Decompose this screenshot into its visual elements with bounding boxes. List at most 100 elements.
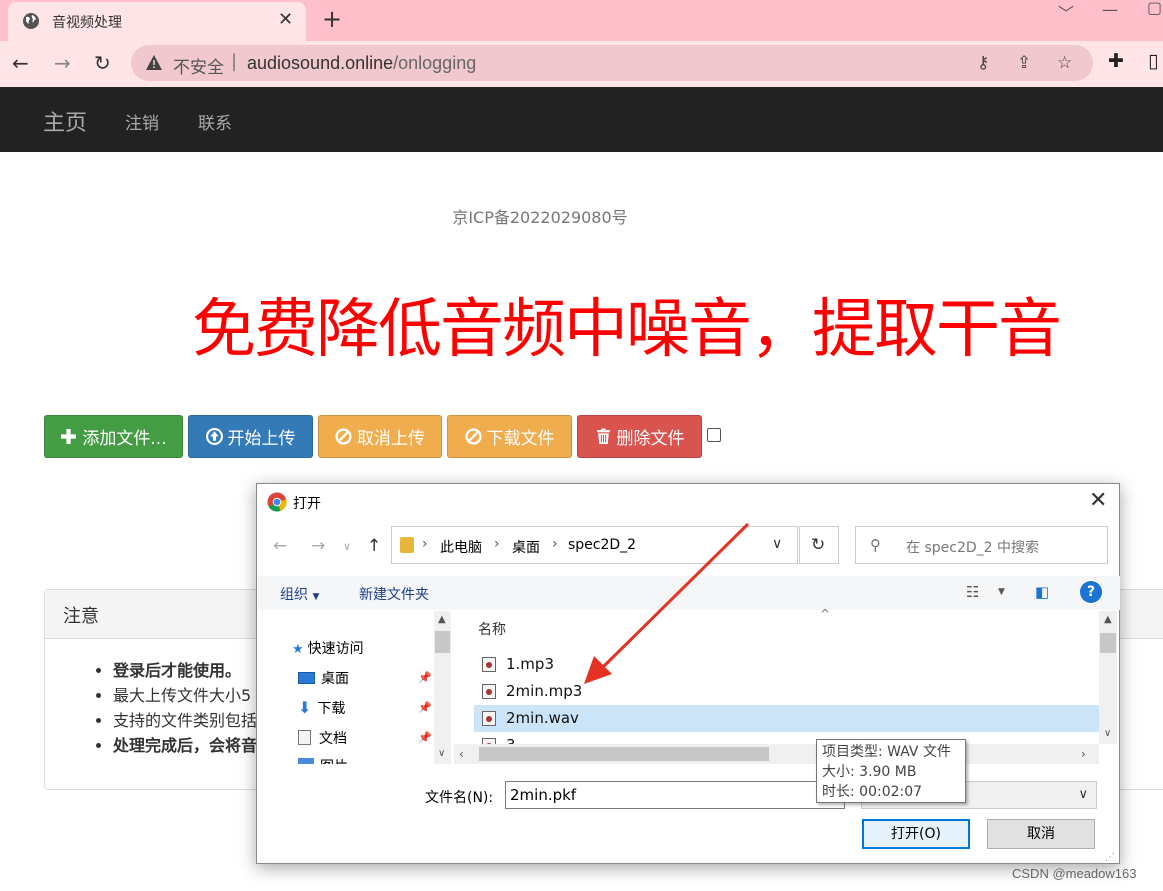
scroll-down-icon[interactable]: ∨ (438, 748, 445, 759)
close-icon[interactable]: ✕ (1089, 488, 1107, 513)
star-icon: ★ (292, 642, 304, 657)
pin-icon: 📌 (418, 701, 432, 714)
side-panel-icon[interactable]: ▯ (1148, 50, 1158, 72)
file-open-dialog: 打开 ✕ ← → ∨ ↑ › 此电脑 › 桌面 › spec2D_2 ∨ ↻ ⚲… (256, 483, 1120, 864)
add-files-button[interactable]: 添加文件... (44, 415, 183, 458)
file-info-tooltip: 项目类型: WAV 文件 大小: 3.90 MB 时长: 00:02:07 (816, 739, 966, 803)
scroll-left-icon[interactable]: ‹ (459, 747, 464, 761)
nav-item-label: 快速访问 (307, 641, 364, 657)
audio-file-icon (482, 657, 496, 672)
file-list-vscrollbar[interactable]: ▲ ∨ (1099, 611, 1117, 744)
refresh-button[interactable]: ↻ (799, 526, 839, 564)
chevron-down-icon[interactable]: ∨ (343, 540, 351, 553)
browser-tab[interactable]: 音视频处理 ✕ (8, 2, 306, 41)
file-row[interactable]: 3 (474, 732, 1099, 744)
nav-item-documents[interactable]: 文档 (298, 728, 347, 748)
nav-link-contact[interactable]: 联系 (198, 109, 232, 134)
nav-brand-home[interactable]: 主页 (43, 105, 87, 137)
key-icon[interactable]: ⚷ (977, 53, 989, 73)
audio-file-icon (482, 711, 496, 726)
new-tab-icon[interactable]: + (322, 5, 342, 33)
cancel-button[interactable]: 取消 (987, 819, 1095, 849)
minimize-icon[interactable]: — (1102, 0, 1118, 19)
maximize-icon[interactable]: ▢ (1147, 0, 1162, 17)
file-row-selected[interactable]: 2min.wav (474, 705, 1099, 732)
start-upload-button[interactable]: 开始上传 (188, 415, 313, 458)
download-file-button[interactable]: 下载文件 (447, 415, 572, 458)
audio-file-icon (482, 684, 496, 699)
scroll-up-icon[interactable]: ▲ (1104, 614, 1112, 625)
organize-menu[interactable]: 组织 ▼ (280, 584, 319, 604)
search-icon: ⚲ (870, 536, 881, 554)
scroll-right-icon[interactable]: › (1081, 747, 1086, 761)
back-arrow-icon[interactable]: ← (273, 536, 287, 556)
cancel-upload-label: 取消上传 (357, 429, 425, 449)
file-name: 2min.mp3 (506, 682, 583, 700)
nav-pane-scrollbar[interactable]: ▲ ∨ (434, 611, 451, 764)
scroll-thumb[interactable] (479, 747, 769, 761)
tooltip-duration: 时长: 00:02:07 (822, 784, 923, 800)
star-icon[interactable]: ☆ (1057, 53, 1072, 73)
nav-item-label: 图片 (320, 759, 348, 764)
extensions-icon[interactable]: ✚ (1108, 50, 1124, 72)
scroll-thumb[interactable] (435, 631, 450, 653)
reload-icon[interactable]: ↻ (94, 51, 111, 75)
warning-icon (146, 55, 162, 70)
chevron-right-icon: › (494, 536, 500, 552)
breadcrumb-item[interactable]: 桌面 (512, 537, 540, 557)
forward-arrow-icon[interactable]: → (311, 536, 325, 556)
delete-file-button[interactable]: 删除文件 (577, 415, 702, 458)
chevron-down-icon[interactable]: ﹀ (1058, 0, 1074, 24)
nav-item-quick-access[interactable]: ★ 快速访问 (292, 638, 364, 658)
filename-label: 文件名(N): (425, 790, 494, 806)
nav-item-pictures[interactable]: 图片 (298, 756, 348, 764)
scroll-down-icon[interactable]: ∨ (1104, 728, 1111, 739)
view-options-icon[interactable]: ☷ (966, 583, 979, 601)
new-folder-button[interactable]: 新建文件夹 (359, 584, 429, 604)
caret-down-icon[interactable]: ▼ (998, 587, 1005, 597)
breadcrumb-item[interactable]: spec2D_2 (568, 537, 636, 553)
dialog-command-bar: 组织 ▼ 新建文件夹 ☷ ▼ ◧ ? (258, 576, 1120, 610)
file-list-hscrollbar[interactable]: ‹ › (454, 744, 1099, 764)
tab-title: 音视频处理 (52, 15, 122, 31)
cancel-upload-button[interactable]: 取消上传 (318, 415, 442, 458)
icp-license[interactable]: 京ICP备2022029080号 (0, 204, 1080, 228)
upload-circle-icon (205, 428, 223, 445)
url-host: audiosound.online (247, 53, 394, 73)
resize-grip-icon[interactable]: ⋰ (1105, 852, 1115, 863)
nav-item-label: 文档 (319, 731, 347, 747)
dialog-address-bar[interactable]: › 此电脑 › 桌面 › spec2D_2 ∨ (391, 526, 798, 564)
open-button[interactable]: 打开(O) (862, 819, 970, 849)
nav-item-desktop[interactable]: 桌面 (298, 668, 349, 688)
share-icon[interactable]: ⇪ (1017, 53, 1031, 73)
nav-item-label: 桌面 (321, 671, 349, 687)
picture-icon (298, 758, 314, 764)
nav-link-logout[interactable]: 注销 (125, 109, 159, 134)
column-header-name[interactable]: 名称 (478, 619, 506, 639)
preview-pane-icon[interactable]: ◧ (1035, 583, 1049, 601)
scroll-thumb[interactable] (1100, 633, 1116, 653)
select-all-checkbox[interactable] (707, 428, 721, 442)
dialog-search-input[interactable]: ⚲ 在 spec2D_2 中搜索 (855, 526, 1108, 564)
nav-item-downloads[interactable]: ⬇ 下载 (298, 698, 345, 718)
file-row[interactable]: 1.mp3 (474, 651, 1099, 678)
caret-down-icon: ▼ (312, 592, 320, 602)
close-tab-icon[interactable]: ✕ (278, 9, 293, 30)
watermark: CSDN @meadow163 (1012, 866, 1137, 881)
breadcrumb-item[interactable]: 此电脑 (440, 537, 482, 557)
file-row[interactable]: 2min.mp3 (474, 678, 1099, 705)
chevron-down-icon[interactable]: ∨ (772, 536, 782, 552)
up-arrow-icon[interactable]: ↑ (367, 536, 381, 556)
help-icon[interactable]: ? (1080, 581, 1102, 603)
file-name: 1.mp3 (506, 655, 554, 673)
scroll-up-icon[interactable]: ▲ (438, 614, 446, 625)
site-navbar: 主页 注销 联系 (0, 87, 1163, 152)
back-arrow-icon[interactable]: ← (12, 51, 29, 75)
organize-label: 组织 (280, 587, 308, 603)
filename-input[interactable] (505, 781, 845, 809)
download-file-label: 下载文件 (486, 429, 555, 449)
forward-arrow-icon[interactable]: → (54, 51, 71, 75)
folder-icon (400, 537, 414, 553)
tooltip-type: 项目类型: WAV 文件 (822, 744, 951, 760)
address-bar[interactable]: 不安全 | audiosound.online/onlogging ⚷ ⇪ ☆ (131, 45, 1093, 81)
